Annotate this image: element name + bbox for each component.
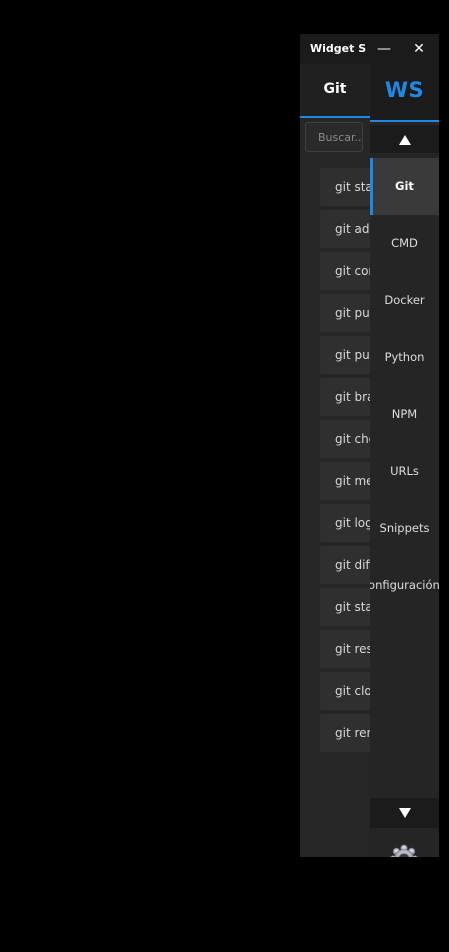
command-item[interactable]: git log xyxy=(320,504,370,542)
category-title: Git xyxy=(323,81,347,97)
command-item[interactable]: git push xyxy=(320,294,370,332)
sidebar-item-cmd[interactable]: CMD xyxy=(370,215,439,272)
title-bar[interactable]: Widget Sidebar — ✕ xyxy=(300,34,439,64)
logo-underline xyxy=(370,120,439,122)
command-item[interactable]: git reset xyxy=(320,630,370,668)
command-item[interactable]: git commit xyxy=(320,252,370,290)
command-item[interactable]: git diff xyxy=(320,546,370,584)
window-title: Widget Sidebar xyxy=(310,42,366,55)
command-item[interactable]: git add xyxy=(320,210,370,248)
triangle-down-icon xyxy=(399,808,411,818)
close-button[interactable]: ✕ xyxy=(408,39,430,59)
command-item[interactable]: git pull xyxy=(320,336,370,374)
sidebar-item-configuracion[interactable]: Configuración xyxy=(370,557,439,614)
logo-area: WS xyxy=(370,64,439,120)
category-underline xyxy=(300,116,370,118)
sidebar-item-label: Configuración xyxy=(370,578,439,592)
sidebar-item-urls[interactable]: URLs xyxy=(370,443,439,500)
command-item[interactable]: git merge xyxy=(320,462,370,500)
search-input[interactable] xyxy=(305,122,363,152)
sidebar-item-label: Snippets xyxy=(379,521,430,535)
triangle-up-icon xyxy=(399,135,411,145)
command-item[interactable]: git status xyxy=(320,168,370,206)
scroll-up-button[interactable] xyxy=(370,125,439,153)
command-item[interactable]: git branch xyxy=(320,378,370,416)
sidebar-item-label: Docker xyxy=(384,293,425,307)
command-item[interactable]: git clone xyxy=(320,672,370,710)
command-item[interactable]: git stash xyxy=(320,588,370,626)
sidebar-item-snippets[interactable]: Snippets xyxy=(370,500,439,557)
sidebar-item-python[interactable]: Python xyxy=(370,329,439,386)
command-list: git status git add git commit git push g… xyxy=(320,168,370,756)
sidebar-item-label: Python xyxy=(384,350,425,364)
category-nav: Git CMD Docker Python NPM URLs Snippets … xyxy=(370,158,439,614)
sidebar-item-label: Git xyxy=(395,179,414,193)
sidebar-item-label: CMD xyxy=(391,236,418,250)
sidebar-item-label: NPM xyxy=(391,407,418,421)
category-header: Git xyxy=(300,64,370,116)
sidebar-item-label: URLs xyxy=(390,464,419,478)
sidebar-window: Widget Sidebar — ✕ Git git status git ad… xyxy=(300,34,439,857)
command-item[interactable]: git remote xyxy=(320,714,370,752)
gear-icon[interactable] xyxy=(389,844,419,857)
sidebar-item-docker[interactable]: Docker xyxy=(370,272,439,329)
minimize-button[interactable]: — xyxy=(373,39,395,59)
app-logo: WS xyxy=(384,78,425,102)
category-sidebar: WS Git CMD Docker Python NPM URLs Snippe… xyxy=(370,64,439,857)
scroll-down-button[interactable] xyxy=(370,798,439,828)
sidebar-item-npm[interactable]: NPM xyxy=(370,386,439,443)
sidebar-item-git[interactable]: Git xyxy=(370,158,439,215)
command-panel: Git git status git add git commit git pu… xyxy=(300,64,370,857)
command-item[interactable]: git checkout xyxy=(320,420,370,458)
